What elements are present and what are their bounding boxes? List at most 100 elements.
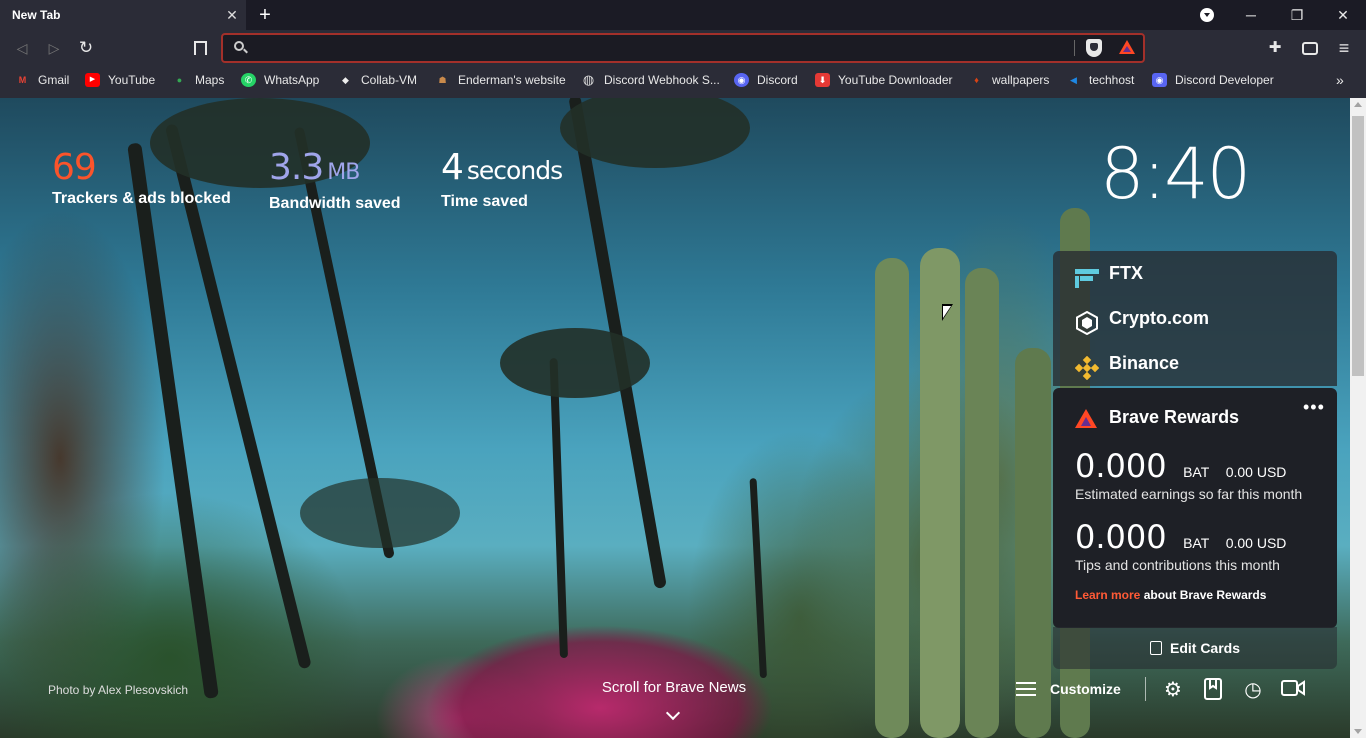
bookmarks-icon[interactable]	[1201, 678, 1225, 702]
learn-more-link[interactable]: Learn more	[1075, 588, 1140, 602]
rewards-learn-more: Learn more about Brave Rewards	[1075, 588, 1266, 602]
widget-stack: FTX Crypto.com Binance Brave Rewards •••…	[1053, 251, 1337, 628]
collab-vm-icon: ◆	[342, 75, 349, 85]
back-button[interactable]: ◁	[12, 38, 32, 58]
address-input[interactable]	[255, 38, 1055, 58]
brave-shields-icon[interactable]	[1086, 39, 1102, 57]
minimize-button[interactable]: ─	[1228, 0, 1274, 30]
stat-time: 4 seconds Time saved	[441, 146, 563, 211]
bookmark-label: techhost	[1089, 73, 1135, 87]
close-window-button[interactable]: ✕	[1320, 0, 1366, 30]
clock: 8:40	[1100, 133, 1251, 215]
tab-title: New Tab	[12, 8, 61, 22]
menu-icon[interactable]: ≡	[1335, 39, 1353, 57]
mouse-cursor	[942, 304, 953, 321]
customize-button[interactable]: Customize	[1014, 677, 1121, 701]
background-palm	[549, 358, 568, 659]
photo-credit[interactable]: Photo by Alex Plesovskich	[48, 683, 188, 697]
bookmark-label: Discord	[757, 73, 798, 87]
bookmark-label: Enderman's website	[458, 73, 566, 87]
background-cactus	[965, 268, 999, 738]
background-foliage	[500, 328, 650, 398]
brave-rewards-card: Brave Rewards ••• 0.000 BAT 0.00 USD Est…	[1053, 388, 1337, 628]
bookmark-label: Discord Developer	[1175, 73, 1274, 87]
bandwidth-label: Bandwidth saved	[269, 195, 401, 212]
background-cactus	[920, 248, 960, 738]
rewards-tips: 0.000 BAT 0.00 USD Tips and contribution…	[1075, 519, 1286, 573]
bookmark-label: Collab-VM	[361, 73, 418, 87]
tips-usd: 0.00 USD	[1225, 535, 1287, 551]
address-bar-divider	[1074, 40, 1075, 56]
tab-close-icon[interactable]: ✕	[224, 7, 240, 23]
settings-gear-icon[interactable]: ⚙	[1161, 678, 1185, 702]
history-icon[interactable]: ◷	[1241, 678, 1265, 702]
bookmarks-overflow-icon[interactable]: »	[1336, 71, 1344, 89]
ftx-icon	[1075, 262, 1099, 288]
background-palm	[749, 478, 767, 679]
bandwidth-value: 3.3	[269, 147, 324, 188]
bookmarks-bar: M Gmail ▶ YouTube ● Maps ✆ WhatsApp ◆ Co…	[0, 66, 1366, 94]
gmail-icon: M	[18, 75, 27, 85]
widget-ftx-label: FTX	[1109, 263, 1143, 283]
extensions-icon[interactable]: ✚	[1266, 39, 1284, 57]
restore-button[interactable]: ❐	[1274, 0, 1320, 30]
bookmark-label: YouTube Downloader	[838, 73, 953, 87]
brave-rewards-icon[interactable]	[1119, 40, 1135, 54]
crypto-com-icon	[1075, 307, 1099, 336]
trackers-label: Trackers & ads blocked	[52, 190, 231, 207]
more-options-icon[interactable]: •••	[1303, 398, 1325, 416]
widget-binance-label: Binance	[1109, 353, 1180, 373]
rewards-title-text: Brave Rewards	[1109, 407, 1240, 427]
learn-more-rest: about Brave Rewards	[1143, 588, 1267, 602]
sliders-icon	[1016, 680, 1036, 698]
brave-news-prompt[interactable]: Scroll for Brave News	[574, 679, 774, 696]
bookmark-label: YouTube	[108, 73, 156, 87]
time-unit: seconds	[466, 156, 563, 185]
bookmark-icon[interactable]	[190, 38, 208, 58]
earnings-usd: 0.00 USD	[1225, 464, 1287, 480]
customize-label: Customize	[1050, 681, 1121, 697]
widget-binance[interactable]: Binance	[1053, 341, 1337, 386]
widget-crypto-com[interactable]: Crypto.com	[1053, 296, 1337, 341]
earnings-currency: BAT	[1183, 464, 1210, 480]
tab-new-tab[interactable]: New Tab ✕	[0, 0, 246, 30]
time-value: 4	[441, 147, 464, 188]
youtube-icon: ▶	[85, 73, 100, 87]
forward-button[interactable]: ▷	[44, 38, 64, 58]
widget-crypto-com-label: Crypto.com	[1109, 308, 1210, 328]
background-palm	[127, 142, 219, 699]
widget-ftx[interactable]: FTX	[1053, 251, 1337, 296]
scroll-up-icon[interactable]	[1354, 102, 1362, 107]
title-bar: New Tab ✕ + ─ ❐ ✕	[0, 0, 1366, 30]
edit-cards-button[interactable]: Edit Cards	[1053, 627, 1337, 669]
bookmark-label: WhatsApp	[264, 73, 320, 87]
bookmark-label: Discord Webhook S...	[604, 73, 720, 87]
techhost-icon: ◀	[1070, 75, 1077, 85]
bookmark-label: wallpapers	[992, 73, 1050, 87]
globe-icon: ◍	[582, 72, 595, 87]
video-call-icon[interactable]	[1281, 678, 1305, 702]
trackers-count: 69	[52, 147, 97, 188]
toolbar: ◁ ▷ ↻ ✚ ≡	[0, 30, 1366, 66]
maps-icon: ●	[176, 75, 183, 85]
rewards-earnings: 0.000 BAT 0.00 USD Estimated earnings so…	[1075, 448, 1302, 502]
enderman-icon: ☗	[438, 75, 447, 85]
address-bar[interactable]	[221, 33, 1145, 63]
binance-icon	[1074, 352, 1100, 381]
edit-cards-label: Edit Cards	[1169, 640, 1240, 656]
page-scrollbar[interactable]	[1350, 98, 1366, 738]
tips-amount: 0.000	[1075, 518, 1167, 556]
bandwidth-unit: MB	[327, 160, 360, 185]
discord-icon: ◉	[734, 73, 749, 87]
reload-button[interactable]: ↻	[76, 38, 96, 58]
earnings-description: Estimated earnings so far this month	[1075, 486, 1303, 502]
discord-developer-icon: ◉	[1152, 73, 1167, 87]
scroll-down-icon[interactable]	[1354, 729, 1362, 734]
new-tab-button[interactable]: +	[255, 5, 275, 25]
scroll-thumb[interactable]	[1352, 116, 1364, 376]
tab-search-icon[interactable]	[1200, 8, 1214, 22]
edit-cards-icon	[1149, 641, 1162, 655]
new-tab-page: 69 Trackers & ads blocked 3.3 MB Bandwidt…	[0, 98, 1350, 738]
chevron-down-icon[interactable]	[666, 708, 680, 722]
wallet-icon[interactable]	[1302, 42, 1318, 55]
